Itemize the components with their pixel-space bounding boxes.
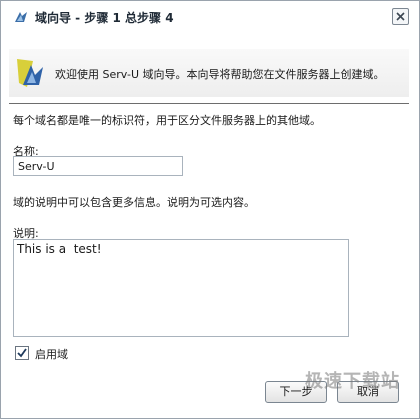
title-bar: 域向导 - 步骤 1 总步骤 4 xyxy=(1,1,419,31)
close-icon xyxy=(396,12,405,21)
description-hint-text: 域的说明中可以包含更多信息。说明为可选内容。 xyxy=(13,196,255,209)
watermark: 极速下载站 xyxy=(305,371,400,392)
domain-wizard-dialog: 域向导 - 步骤 1 总步骤 4 欢迎使用 Serv-U 域向导。本向导将帮助您… xyxy=(0,0,420,419)
banner-text: 欢迎使用 Serv-U 域向导。本向导将帮助您在文件服务器上创建域。 xyxy=(55,68,385,81)
checkmark-icon xyxy=(17,348,27,358)
wizard-icon xyxy=(13,55,49,91)
divider xyxy=(9,103,409,104)
enable-domain-checkbox[interactable] xyxy=(15,346,29,360)
enable-domain-label: 启用域 xyxy=(35,348,68,361)
domain-name-input[interactable] xyxy=(13,156,183,176)
close-button[interactable] xyxy=(392,8,409,25)
wizard-banner: 欢迎使用 Serv-U 域向导。本向导将帮助您在文件服务器上创建域。 xyxy=(9,49,409,97)
description-textarea[interactable]: This is a test! xyxy=(13,239,349,337)
window-title: 域向导 - 步骤 1 总步骤 4 xyxy=(35,11,174,25)
serv-u-app-icon xyxy=(13,9,29,25)
domain-description-text: 每个域名都是唯一的标识符，用于区分文件服务器上的其他域。 xyxy=(13,114,321,127)
